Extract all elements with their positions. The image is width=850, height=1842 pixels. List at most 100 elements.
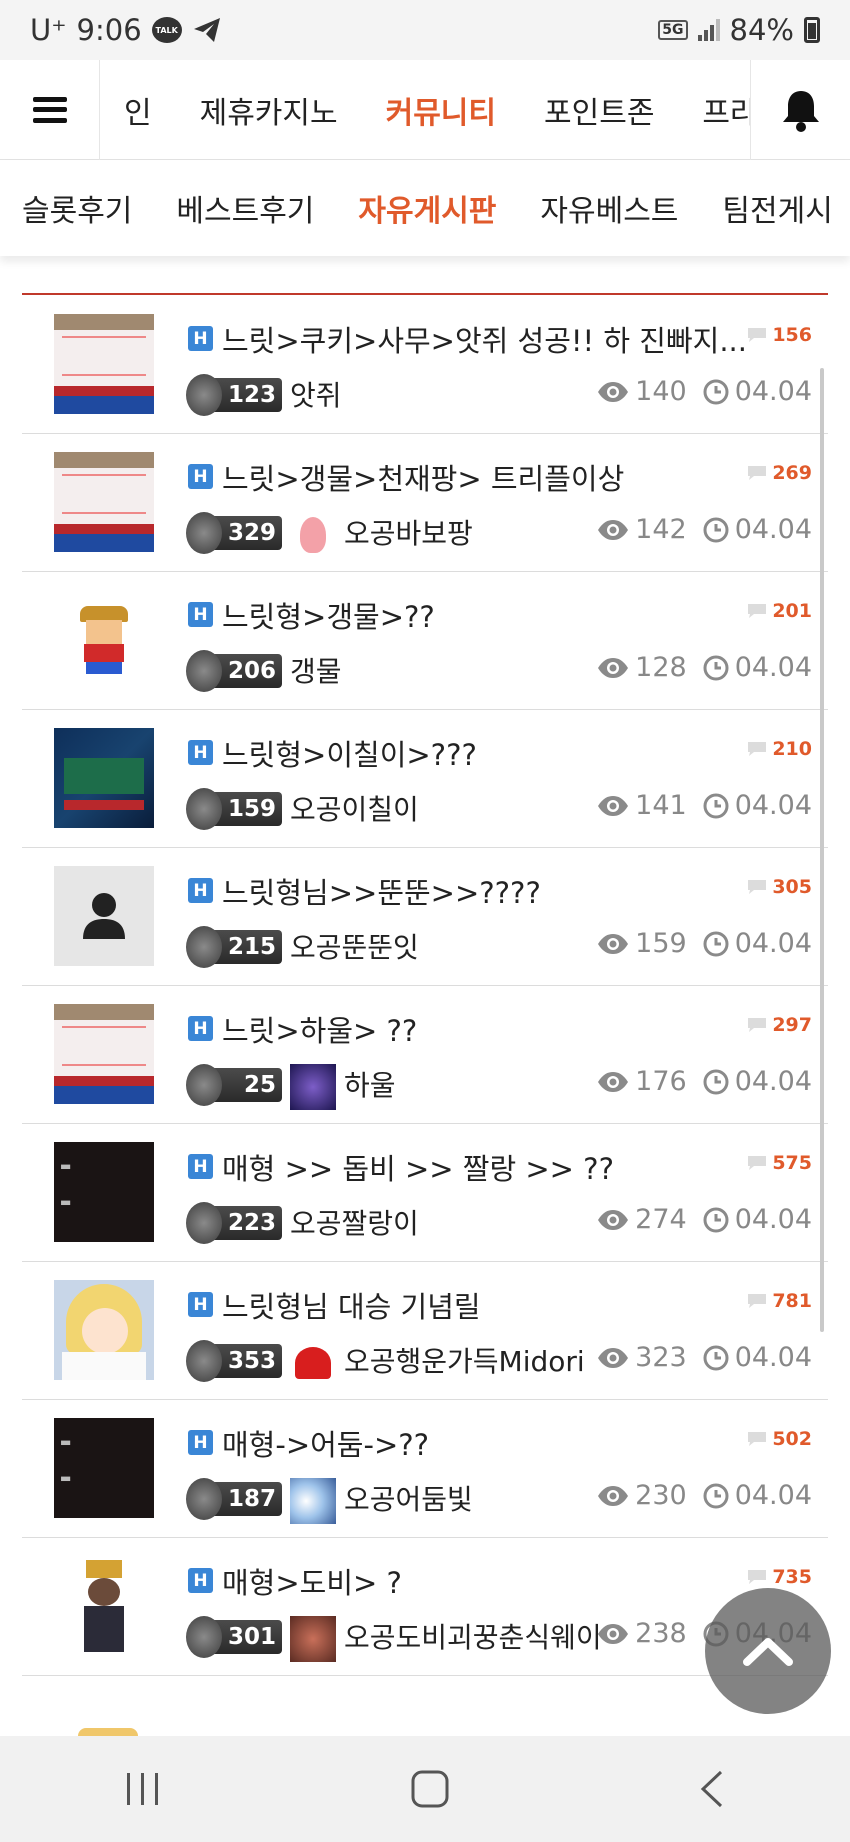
comment-icon bbox=[748, 880, 767, 894]
post-thumbnail[interactable]: ▬ ▬ bbox=[54, 1418, 154, 1518]
post-row[interactable]: H 느릿형>이칠이>??? 210 159 오공이칠이 141 04.04 bbox=[22, 710, 828, 848]
post-date: 04.04 bbox=[734, 928, 812, 959]
tab-best-review[interactable]: 베스트후기 bbox=[154, 186, 336, 230]
battery-percent: 84% bbox=[729, 13, 794, 47]
nav-item-partner-casino[interactable]: 제휴카지노 bbox=[176, 88, 362, 132]
post-row[interactable]: H 느릿형님 대승 기념릴 781 353 오공행운가득Midori 323 04.04 bbox=[22, 1262, 828, 1400]
post-row[interactable]: H 느릿>갱물>천재팡> 트리플이상 269 329 오공바보팡 142 04.04 bbox=[22, 434, 828, 572]
author-nickname[interactable]: 오공어둠빛 bbox=[344, 1478, 473, 1518]
notification-button[interactable] bbox=[750, 59, 850, 160]
nav-menu: 인 제휴카지노 커뮤니티 포인트존 프라 bbox=[100, 60, 750, 160]
avatar[interactable] bbox=[290, 1340, 336, 1386]
next-post-thumbnail bbox=[78, 1728, 138, 1736]
level-value: 159 bbox=[227, 796, 276, 822]
rank-emblem-icon bbox=[186, 374, 222, 416]
level-badge: 25 bbox=[186, 1064, 282, 1106]
level-value: 206 bbox=[227, 658, 276, 684]
post-stats: 176 04.04 bbox=[597, 1066, 812, 1097]
post-thumbnail[interactable]: ▬ ▬ bbox=[54, 1142, 154, 1242]
post-title[interactable]: 느릿형님>>뚠뚠>>???? bbox=[222, 870, 541, 912]
clock-icon bbox=[703, 931, 729, 956]
post-thumbnail[interactable] bbox=[54, 728, 154, 828]
recent-apps-icon[interactable] bbox=[123, 1771, 163, 1807]
clock: 9:06 bbox=[76, 13, 142, 47]
back-icon[interactable] bbox=[697, 1769, 727, 1809]
nav-item-community[interactable]: 커뮤니티 bbox=[362, 88, 520, 132]
menu-button[interactable] bbox=[0, 59, 100, 160]
scroll-top-button[interactable] bbox=[705, 1588, 831, 1714]
author-nickname[interactable]: 앗쥐 bbox=[290, 374, 342, 414]
view-count: 142 bbox=[635, 514, 687, 545]
post-title[interactable]: 매형 >> 돕비 >> 짤랑 >> ?? bbox=[222, 1146, 614, 1188]
level-value: 215 bbox=[227, 934, 276, 960]
post-row[interactable]: ▬ ▬ H 매형 >> 돕비 >> 짤랑 >> ?? 575 223 오공짤랑이 274 04.… bbox=[22, 1124, 828, 1262]
post-thumbnail[interactable] bbox=[54, 1280, 154, 1380]
comment-icon bbox=[748, 328, 767, 342]
comment-icon bbox=[748, 1156, 767, 1170]
post-date: 04.04 bbox=[734, 514, 812, 545]
post-row[interactable]: H 느릿>쿠키>사무>앗쥐 성공!! 하 진빠지... 156 123 앗쥐 140 04.… bbox=[22, 296, 828, 434]
badge-letter: H bbox=[193, 1294, 208, 1315]
comment-icon bbox=[748, 1432, 767, 1446]
author-nickname[interactable]: 하울 bbox=[344, 1064, 396, 1104]
avatar[interactable] bbox=[290, 1616, 336, 1662]
post-stats: 142 04.04 bbox=[597, 514, 812, 545]
network-label: 5G bbox=[658, 20, 688, 40]
tab-free-board[interactable]: 자유게시판 bbox=[336, 186, 518, 230]
home-icon[interactable] bbox=[410, 1769, 450, 1809]
badge-letter: H bbox=[193, 1570, 208, 1591]
avatar[interactable] bbox=[290, 1478, 336, 1524]
author-nickname[interactable]: 오공바보팡 bbox=[344, 512, 473, 552]
carrier-label: U⁺ bbox=[30, 13, 67, 47]
post-title[interactable]: 느릿형>이칠이>??? bbox=[222, 732, 477, 774]
tab-free-best[interactable]: 자유베스트 bbox=[518, 186, 700, 230]
status-bar: U⁺ 9:06 TALK 5G 84% bbox=[0, 0, 850, 60]
scrollbar[interactable] bbox=[820, 368, 824, 1332]
avatar[interactable] bbox=[290, 1064, 336, 1110]
comment-count-value: 735 bbox=[772, 1566, 812, 1588]
post-title[interactable]: 느릿형>갱물>?? bbox=[222, 594, 435, 636]
post-title[interactable]: 느릿형님 대승 기념릴 bbox=[222, 1284, 481, 1326]
view-count: 274 bbox=[635, 1204, 687, 1235]
rank-emblem-icon bbox=[186, 788, 222, 830]
post-stats: 141 04.04 bbox=[597, 790, 812, 821]
post-title[interactable]: 느릿>하울> ?? bbox=[222, 1008, 417, 1050]
post-thumbnail[interactable] bbox=[54, 866, 154, 966]
post-row[interactable]: H 느릿>하울> ?? 297 25 하울 176 04.04 bbox=[22, 986, 828, 1124]
nav-item-point-zone[interactable]: 포인트존 bbox=[520, 88, 678, 132]
hot-badge-icon: H bbox=[188, 464, 213, 489]
author-nickname[interactable]: 오공짤랑이 bbox=[290, 1202, 419, 1242]
author-nickname[interactable]: 갱물 bbox=[290, 650, 342, 690]
tab-slot-review[interactable]: 슬롯후기 bbox=[0, 186, 154, 230]
author-nickname[interactable]: 오공도비괴꿍춘식웨이 bbox=[344, 1616, 602, 1656]
nav-item[interactable]: 프라 bbox=[678, 88, 750, 132]
post-row[interactable]: H 느릿형님>>뚠뚠>>???? 305 215 오공뚠뚠잇 159 04.04 bbox=[22, 848, 828, 986]
post-thumbnail[interactable] bbox=[54, 590, 154, 690]
post-thumbnail[interactable] bbox=[54, 314, 154, 414]
eye-icon bbox=[598, 933, 629, 954]
comment-count-value: 575 bbox=[772, 1152, 812, 1174]
post-title[interactable]: 느릿>갱물>천재팡> 트리플이상 bbox=[222, 456, 624, 498]
nav-item[interactable]: 인 bbox=[100, 88, 176, 132]
badge-letter: H bbox=[193, 1432, 208, 1453]
post-row[interactable]: H 느릿형>갱물>?? 201 206 갱물 128 04.04 bbox=[22, 572, 828, 710]
post-date: 04.04 bbox=[734, 1066, 812, 1097]
post-thumbnail[interactable] bbox=[54, 1004, 154, 1104]
post-title[interactable]: 매형>도비> ? bbox=[222, 1560, 402, 1602]
post-title[interactable]: 느릿>쿠키>사무>앗쥐 성공!! 하 진빠지... bbox=[222, 318, 747, 360]
post-date: 04.04 bbox=[734, 376, 812, 407]
author-nickname[interactable]: 오공행운가득Midori bbox=[344, 1340, 585, 1380]
rank-emblem-icon bbox=[186, 650, 222, 692]
comment-count: 781 bbox=[746, 1290, 812, 1312]
author-nickname[interactable]: 오공뚠뚠잇 bbox=[290, 926, 419, 966]
avatar[interactable] bbox=[290, 512, 336, 558]
post-thumbnail[interactable] bbox=[54, 452, 154, 552]
tab-team-board[interactable]: 팀전게시 bbox=[700, 186, 850, 230]
post-thumbnail[interactable] bbox=[54, 1556, 154, 1656]
badge-letter: H bbox=[193, 1018, 208, 1039]
post-row[interactable]: ▬ ▬ H 매형->어둠->?? 502 187 오공어둠빛 230 04.04 bbox=[22, 1400, 828, 1538]
post-title[interactable]: 매형->어둠->?? bbox=[222, 1422, 429, 1464]
comment-count-value: 201 bbox=[772, 600, 812, 622]
comment-icon bbox=[748, 1018, 767, 1032]
author-nickname[interactable]: 오공이칠이 bbox=[290, 788, 419, 828]
